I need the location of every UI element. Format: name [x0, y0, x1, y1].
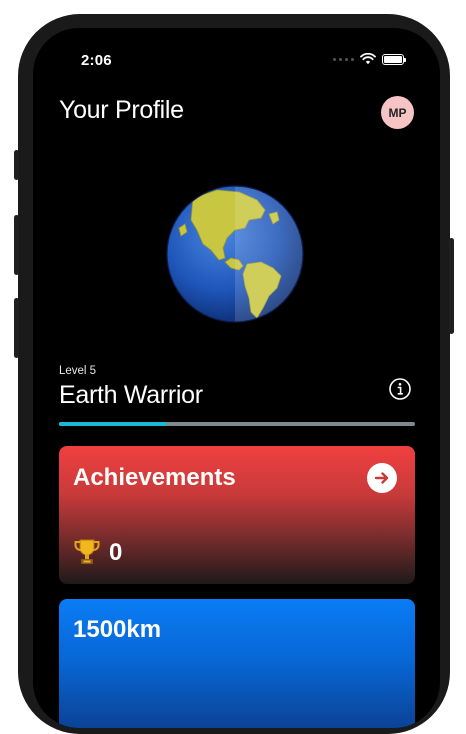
status-icons	[333, 53, 406, 65]
achievements-card[interactable]: Achievements 0	[59, 446, 415, 584]
wifi-icon	[360, 53, 376, 65]
battery-icon	[382, 53, 406, 65]
avatar[interactable]: MP	[381, 96, 414, 129]
trophy-icon	[74, 539, 100, 564]
arrow-right-icon[interactable]	[367, 463, 397, 493]
level-progress-bar	[59, 422, 415, 426]
distance-card[interactable]: 1500km	[59, 599, 415, 728]
distance-value: 1500km	[73, 616, 162, 643]
info-icon[interactable]	[388, 377, 412, 401]
page-title: Your Profile	[59, 96, 184, 124]
side-button-power	[449, 238, 454, 334]
side-button-mute	[14, 150, 19, 180]
level-progress-fill	[59, 422, 166, 426]
status-time: 2:06	[81, 52, 112, 69]
cellular-signal-icon	[333, 57, 354, 61]
level-label: Level 5	[59, 365, 97, 377]
achievements-count: 0	[109, 539, 123, 566]
rank-title: Earth Warrior	[59, 381, 203, 409]
app-screen: 2:06 Your Profile MP Level 5 Earth Warri…	[33, 28, 440, 728]
achievements-title: Achievements	[73, 464, 236, 491]
side-button-volume-down	[14, 298, 19, 358]
side-button-volume-up	[14, 215, 19, 275]
globe-icon	[165, 184, 305, 324]
